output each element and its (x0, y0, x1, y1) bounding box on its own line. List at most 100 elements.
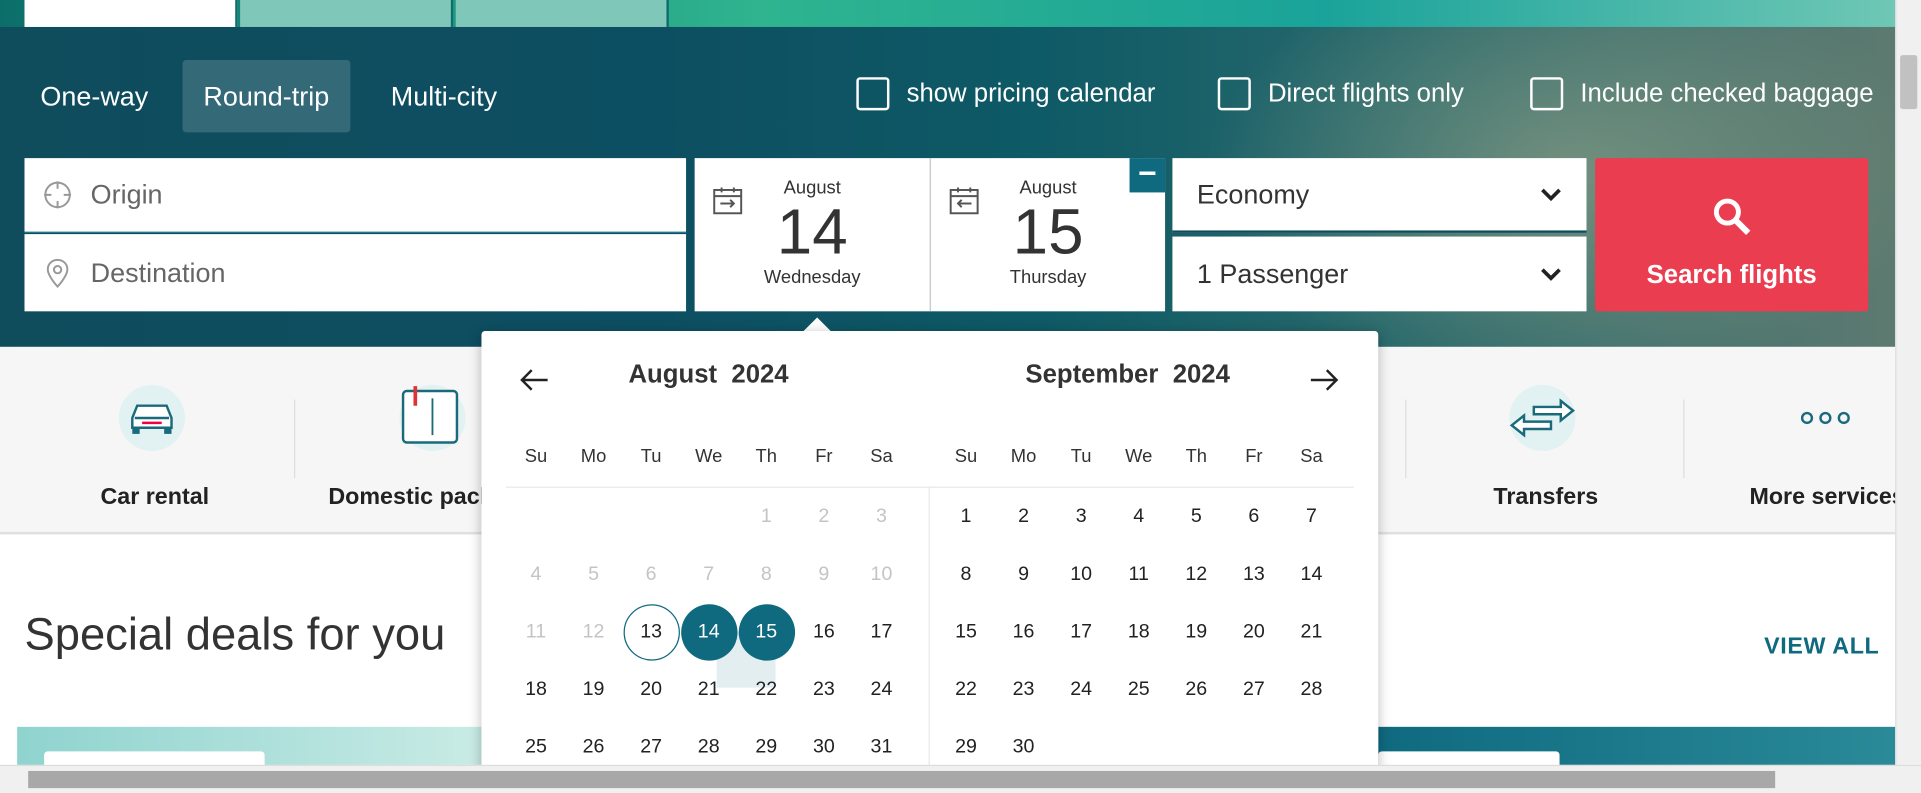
calendar-day[interactable]: 14 (680, 603, 738, 661)
calendar-day[interactable]: 28 (1283, 661, 1341, 719)
crosshair-icon (44, 181, 72, 209)
departure-date-field[interactable]: August 14 Wednesday (694, 158, 930, 312)
calendar-day[interactable]: 20 (1225, 603, 1283, 661)
divider (928, 486, 930, 793)
trip-type-multi-city[interactable]: Multi-city (370, 60, 518, 132)
calendar-day[interactable]: 27 (1225, 661, 1283, 719)
day-number: 28 (697, 736, 720, 758)
calendar-day[interactable]: 2 (995, 488, 1053, 546)
divider (1405, 399, 1407, 479)
calendar-day[interactable]: 9 (995, 545, 1053, 603)
calendar-day[interactable]: 19 (1168, 603, 1226, 661)
origin-field[interactable]: Origin (24, 158, 687, 233)
calendar-day[interactable]: 15 (738, 603, 796, 661)
calendar-day[interactable]: 18 (507, 661, 565, 719)
calendar-day[interactable]: 4 (1110, 488, 1168, 546)
weekday-header: Th (1185, 446, 1208, 467)
trip-type-round-trip[interactable]: Round-trip (182, 60, 351, 133)
view-all-link[interactable]: VIEW ALL (1764, 634, 1879, 661)
search-icon (1713, 198, 1751, 236)
calendar-day[interactable]: 17 (853, 603, 911, 661)
calendar-day[interactable]: 13 (622, 603, 680, 661)
day-number: 18 (525, 679, 547, 700)
day-number: 15 (955, 621, 977, 643)
day-number: 8 (960, 563, 972, 585)
calendar-day[interactable]: 18 (1110, 603, 1168, 661)
origin-input[interactable]: Origin (91, 179, 163, 211)
day-number: 3 (876, 506, 887, 528)
calendar-day[interactable]: 21 (680, 661, 738, 719)
calendar-day[interactable]: 26 (1168, 661, 1226, 719)
day-number: 10 (1070, 563, 1093, 585)
calendar-day[interactable]: 24 (853, 661, 911, 719)
day-number: 6 (1248, 506, 1260, 528)
day-number: 22 (955, 679, 977, 700)
day-number: 23 (812, 679, 835, 700)
calendar-day[interactable]: 12 (1168, 545, 1226, 603)
cabin-class-select[interactable]: Economy (1172, 158, 1587, 233)
calendar-day[interactable]: 1 (937, 488, 995, 546)
day-number: 4 (1133, 506, 1145, 528)
calendar-day[interactable]: 13 (1225, 545, 1283, 603)
calendar-day[interactable]: 22 (738, 661, 796, 719)
tab-flights[interactable] (24, 0, 238, 27)
calendar-day[interactable]: 22 (937, 661, 995, 719)
calendar-day: 10 (853, 545, 911, 603)
calendar-day[interactable]: 7 (1283, 488, 1341, 546)
calendar-day[interactable]: 6 (1225, 488, 1283, 546)
scroll-thumb[interactable] (1900, 55, 1918, 110)
day-number: 25 (1127, 679, 1150, 700)
checked-baggage-option[interactable]: Include checked baggage (1530, 77, 1874, 111)
day-number: 16 (1012, 621, 1035, 643)
direct-flights-checkbox[interactable] (1217, 77, 1251, 111)
calendar-day[interactable]: 16 (795, 603, 853, 661)
calendar-day[interactable]: 3 (1052, 488, 1110, 546)
calendar-day[interactable]: 11 (1110, 545, 1168, 603)
top-tab-bar (0, 0, 1896, 27)
calendar-day[interactable]: 5 (1168, 488, 1226, 546)
calendar-day[interactable]: 14 (1283, 545, 1341, 603)
destination-field[interactable]: Destination (24, 234, 687, 312)
calendar-day[interactable]: 19 (565, 661, 623, 719)
calendar-day[interactable]: 8 (937, 545, 995, 603)
passengers-select[interactable]: 1 Passenger (1172, 236, 1587, 312)
calendar-day[interactable]: 23 (995, 661, 1053, 719)
calendar-day[interactable]: 15 (937, 603, 995, 661)
day-number: 20 (1242, 621, 1265, 643)
horizontal-scrollbar[interactable] (0, 764, 1921, 793)
calendar-day[interactable]: 21 (1283, 603, 1341, 661)
arrow-right-icon[interactable] (1308, 365, 1340, 394)
day-number: 31 (870, 736, 893, 758)
day-number: 19 (1185, 621, 1208, 643)
vertical-scrollbar[interactable] (1895, 0, 1921, 765)
direct-flights-option[interactable]: Direct flights only (1217, 77, 1464, 111)
calendar-day: 12 (565, 603, 623, 661)
trip-type-one-way[interactable]: One-way (20, 60, 170, 132)
calendar-day[interactable]: 17 (1052, 603, 1110, 661)
pricing-calendar-checkbox[interactable] (856, 77, 890, 111)
destination-input[interactable]: Destination (91, 257, 226, 289)
calendar-return-icon (949, 187, 979, 215)
calendar-day[interactable]: 20 (622, 661, 680, 719)
day-number: 9 (818, 563, 830, 585)
scroll-thumb[interactable] (28, 770, 1776, 789)
day-number: 15 (738, 604, 795, 661)
arrow-left-icon[interactable] (518, 365, 550, 394)
day-number: 24 (870, 679, 893, 700)
pricing-calendar-option[interactable]: show pricing calendar (856, 77, 1155, 111)
day-number: 19 (582, 679, 605, 700)
calendar-day[interactable]: 24 (1052, 661, 1110, 719)
tab-packages[interactable] (455, 0, 669, 27)
calendar-day[interactable]: 16 (995, 603, 1053, 661)
divider (294, 399, 296, 479)
calendar-day[interactable]: 23 (795, 661, 853, 719)
calendar-day[interactable]: 25 (1110, 661, 1168, 719)
checked-baggage-checkbox[interactable] (1530, 77, 1564, 111)
calendar-day: 8 (738, 545, 796, 603)
tab-hotels[interactable] (240, 0, 454, 27)
remove-return-button[interactable]: − (1129, 157, 1166, 193)
calendar-day: 6 (622, 545, 680, 603)
calendar-day[interactable]: 10 (1052, 545, 1110, 603)
car-icon (118, 384, 185, 452)
search-flights-button[interactable]: Search flights (1595, 158, 1869, 312)
